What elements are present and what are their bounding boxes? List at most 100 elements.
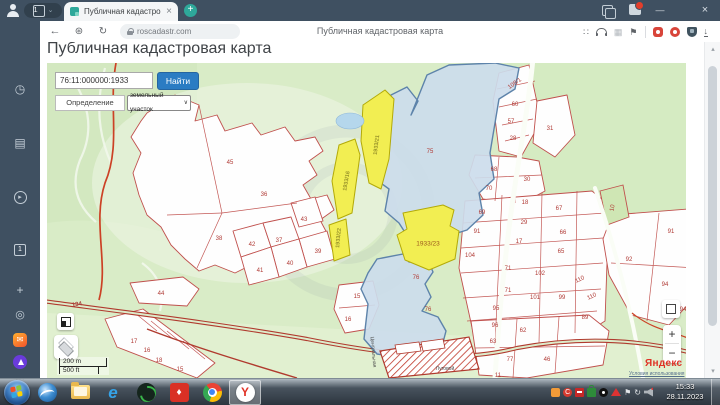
add-panel-icon[interactable]: + (0, 284, 40, 297)
lock-icon (127, 28, 133, 35)
parcel-number-71: 71 (505, 266, 512, 272)
red-app-icon: ♦ (170, 383, 189, 402)
media-play-icon[interactable]: ▸ (0, 190, 40, 204)
browser-tab[interactable]: Публичная кадастров × (64, 2, 178, 21)
scale-metric: 200 m (59, 358, 107, 367)
tray-red-c-icon[interactable]: C (563, 388, 572, 397)
tab-close-icon[interactable]: × (166, 7, 172, 17)
windows-taskbar: e ♦ Y C ⚑ ↻ 15:33 28.11.2023 (0, 378, 720, 405)
taskbar-app-yandex-browser[interactable]: Y (229, 380, 261, 405)
settings-icon[interactable]: ◎ (0, 309, 40, 322)
parcel-number-30: 30 (524, 177, 531, 183)
parcel-number-94: 94 (662, 282, 669, 288)
divider (645, 26, 646, 38)
zoom-in-button[interactable]: + (663, 325, 681, 343)
parcel-number-40: 40 (287, 261, 294, 267)
tab-group-button[interactable]: 1 ⌄ (24, 3, 62, 18)
headphones-icon[interactable] (596, 28, 607, 36)
tray-black-dot-icon[interactable] (599, 388, 608, 397)
parcel-number-70: 70 (486, 186, 493, 192)
refresh-icon[interactable]: ↻ (94, 21, 112, 42)
scroll-down-icon[interactable]: ▾ (705, 367, 720, 375)
tiles-icon[interactable]: ▦ (614, 27, 623, 37)
downloads-icon[interactable]: ↓ (704, 27, 709, 37)
select-chevron-icon: ∨ (184, 96, 188, 110)
tray-sync-icon[interactable]: ↻ (634, 388, 641, 397)
taskbar-app-red[interactable]: ♦ (163, 380, 195, 405)
history-icon[interactable]: ◷ (0, 83, 40, 96)
tray-red-triangle-icon[interactable] (611, 388, 621, 396)
scrollbar-thumb[interactable] (708, 66, 717, 326)
chevron-down-icon: ⌄ (48, 7, 54, 14)
terms-link[interactable]: Условия использования (629, 371, 685, 377)
red-extension-2-icon[interactable] (670, 27, 680, 37)
bookmark-flag-icon[interactable]: ⚑ (629, 27, 637, 37)
parcel-number-91: 91 (668, 229, 675, 235)
search-button[interactable]: Найти (157, 72, 199, 90)
window-close-button[interactable]: × (697, 3, 713, 18)
window-restore-button[interactable] (674, 3, 690, 18)
start-button[interactable] (4, 380, 30, 405)
layers-button[interactable] (54, 335, 78, 359)
parcel-number-45: 45 (227, 160, 234, 166)
parcel-number-42: 42 (249, 242, 256, 248)
parcel-number-76: 76 (413, 275, 420, 281)
parcel-number-36: 36 (261, 192, 268, 198)
parcel-number-15: 15 (354, 294, 361, 300)
panels-icon[interactable] (602, 5, 613, 16)
parcel-number-60: 60 (512, 102, 519, 108)
tray-flag-icon[interactable]: ⚑ (624, 388, 631, 397)
address-bar: ← ⊛ ↻ roscadastr.com Публичная кадастров… (40, 21, 720, 43)
taskbar-app-internet-explorer[interactable]: e (97, 380, 129, 405)
profile-avatar-icon[interactable] (6, 3, 20, 17)
parcel-number-1933-23: 1933/23 (416, 241, 440, 248)
page-title-text: Публичная кадастровая карта (260, 21, 500, 42)
yandex-mail-icon[interactable]: ✉ (0, 333, 40, 347)
site-badge-icon[interactable]: ⊛ (70, 21, 88, 42)
filter-select[interactable]: земельный участок ∨ (127, 95, 191, 111)
parcel-number-92: 92 (626, 257, 633, 263)
url-field[interactable]: roscadastr.com (120, 24, 240, 39)
parcel-number-62: 62 (520, 328, 527, 334)
window-minimize-button[interactable]: — (652, 3, 668, 18)
scroll-up-icon[interactable]: ▴ (705, 45, 720, 53)
extensions-grid-icon[interactable]: ∷ (583, 27, 589, 37)
collections-icon[interactable]: ▤ (0, 137, 40, 150)
system-tray: C ⚑ ↻ 15:33 28.11.2023 (551, 379, 720, 405)
parcel-number-69: 69 (479, 210, 486, 216)
internet-explorer-icon: e (108, 383, 117, 402)
base-layer-button[interactable] (57, 313, 74, 330)
red-extension-icon[interactable] (653, 27, 663, 37)
fullscreen-button[interactable] (662, 300, 680, 318)
dark-extension-icon[interactable] (687, 27, 697, 37)
cadastral-search-input[interactable]: 76:11:000000:1933 (55, 72, 153, 89)
clock-time: 15:33 (659, 382, 711, 392)
taskbar-app-chrome[interactable] (196, 380, 228, 405)
google-earth-icon (38, 383, 57, 402)
tray-icons: C ⚑ ↻ (551, 388, 653, 397)
page-scrollbar[interactable]: ▴ ▾ (704, 42, 720, 378)
parcel-number-10: 10 (609, 204, 616, 212)
alice-icon[interactable] (0, 355, 40, 373)
parcel-number-39: 39 (315, 249, 322, 255)
tray-lock-icon[interactable] (587, 388, 596, 397)
selected-parcel-label-1933-16: 1933/16 (342, 171, 351, 192)
new-tab-button[interactable]: + (184, 4, 197, 17)
notifications-icon[interactable] (629, 4, 641, 15)
tray-orange-app-icon[interactable] (551, 388, 560, 397)
toolbar-icons: ∷ ▦ ⚑ ↓ (583, 21, 708, 42)
show-desktop-button[interactable] (711, 379, 720, 405)
back-icon[interactable]: ← (46, 21, 64, 42)
parcel-number-16: 16 (345, 317, 352, 323)
taskbar-app-sas-planet[interactable] (130, 380, 162, 405)
tray-volume-icon[interactable] (644, 388, 653, 397)
taskbar-clock[interactable]: 15:33 28.11.2023 (659, 382, 711, 402)
taskbar-app-file-manager[interactable] (64, 380, 96, 405)
cadastral-map[interactable]: 134 453638423743394041441716181515167576… (47, 63, 686, 378)
parcel-number-102: 102 (535, 271, 545, 277)
yandex-logo[interactable]: Яндекс (645, 358, 682, 369)
tray-red-square-icon[interactable] (575, 388, 584, 397)
tab-panel-icon[interactable]: 1 (0, 242, 40, 256)
taskbar-app-google-earth[interactable] (31, 380, 63, 405)
parcel-number-99: 99 (559, 295, 566, 301)
